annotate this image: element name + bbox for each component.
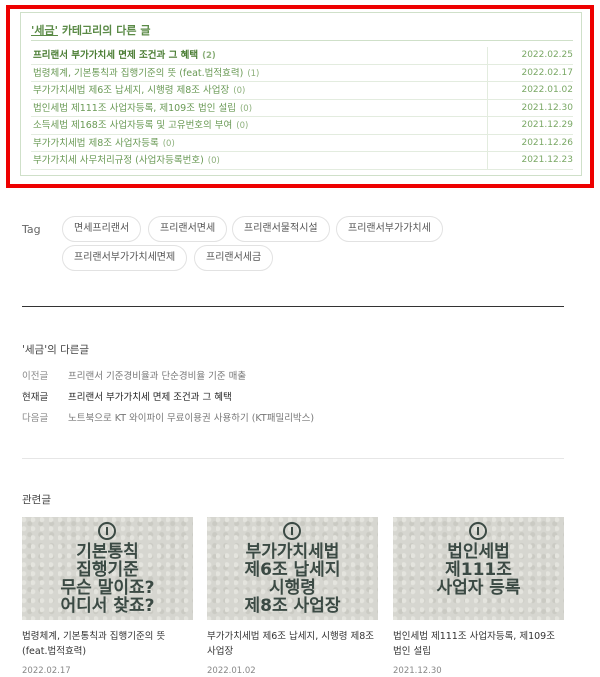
tag-chip[interactable]: 프리랜서세금 bbox=[194, 245, 274, 271]
related-date: 2022.02.17 bbox=[22, 666, 71, 676]
post-date: 2021.12.26 bbox=[487, 134, 573, 152]
category-post-item[interactable]: 법인세법 제111조 사업자등록, 제109조 법인 설립 (0) 2021.12… bbox=[31, 99, 573, 117]
category-post-item[interactable]: 법령체계, 기본통칙과 집행기준의 뜻 (feat.법적효력) (1) 2022.… bbox=[31, 64, 573, 82]
current-post-row: 현재글 프리랜서 부가가치세 면제 조건과 그 혜택 bbox=[22, 392, 232, 403]
tag-chip[interactable]: 프리랜서물적시설 bbox=[232, 216, 330, 242]
post-date: 2021.12.23 bbox=[487, 152, 573, 169]
category-post-list: 프리랜서 부가가치세 면제 조건과 그 혜택 (2) 2022.02.25 법령체… bbox=[31, 47, 573, 170]
scale-icon bbox=[283, 522, 301, 540]
current-post-title: 프리랜서 부가가치세 면제 조건과 그 혜택 bbox=[68, 392, 232, 403]
section-divider bbox=[22, 306, 564, 307]
category-box-title: '세금' 카테고리의 다른 글 bbox=[31, 24, 151, 37]
tag-chip[interactable]: 면세프리랜서 bbox=[62, 216, 142, 242]
post-date: 2022.02.25 bbox=[487, 47, 573, 64]
comment-count: (0) bbox=[236, 121, 249, 131]
tag-chip[interactable]: 프리랜서부가가치세면제 bbox=[62, 245, 188, 271]
post-date: 2022.01.02 bbox=[487, 82, 573, 99]
tag-chip[interactable]: 프리랜서부가가치세 bbox=[336, 216, 443, 242]
category-post-item[interactable]: 부가가치세법 제8조 사업자등록 (0) 2021.12.26 bbox=[31, 134, 573, 152]
comment-count: (2) bbox=[202, 51, 216, 61]
comment-count: (0) bbox=[162, 138, 175, 149]
related-thumbnail[interactable]: 법인세법 제111조 사업자 등록 bbox=[393, 517, 564, 620]
related-title[interactable]: 법인세법 제111조 사업자등록, 제109조 법인 설립 bbox=[393, 629, 564, 659]
post-date: 2022.02.17 bbox=[487, 64, 573, 82]
related-date: 2022.01.02 bbox=[207, 666, 256, 676]
related-thumbnail[interactable]: 부가가치세법 제6조 납세지 시행령 제8조 사업장 bbox=[207, 517, 378, 620]
other-posts-heading: '세금'의 다른글 bbox=[22, 344, 90, 356]
post-date: 2021.12.29 bbox=[487, 117, 573, 134]
comment-count: (1) bbox=[247, 68, 260, 79]
category-post-item[interactable]: 부가가치세 사무처리규정 (사업자등록번호) (0) 2021.12.23 bbox=[31, 152, 573, 170]
related-title[interactable]: 법령체계, 기본통칙과 집행기준의 뜻 (feat.법적효력) bbox=[22, 629, 193, 659]
category-post-item[interactable]: 부가가치세법 제6조 납세지, 시행령 제8조 사업장 (0) 2022.01.0… bbox=[31, 82, 573, 100]
divider bbox=[31, 40, 573, 41]
related-thumbnail[interactable]: 기본통칙 집행기준 무슨 말이죠? 어디서 찾죠? bbox=[22, 517, 193, 620]
comment-count: (0) bbox=[207, 156, 220, 166]
tag-label: Tag bbox=[22, 223, 41, 236]
category-link[interactable]: '세금' bbox=[31, 24, 58, 37]
prev-post-row[interactable]: 이전글 프리랜서 기준경비율과 단순경비율 기준 매출 bbox=[22, 368, 246, 382]
section-divider bbox=[22, 458, 564, 459]
scale-icon bbox=[98, 522, 116, 540]
tag-chip[interactable]: 프리랜서면세 bbox=[148, 216, 228, 242]
related-heading: 관련글 bbox=[22, 494, 51, 506]
next-post-row[interactable]: 다음글 노트북으로 KT 와이파이 무료이용권 사용하기 (KT패밀리박스) bbox=[22, 410, 314, 424]
post-date: 2021.12.30 bbox=[487, 99, 573, 117]
related-title[interactable]: 부가가치세법 제6조 납세지, 시행령 제8조 사업장 bbox=[207, 629, 378, 659]
category-posts-box: '세금' 카테고리의 다른 글 프리랜서 부가가치세 면제 조건과 그 혜택 (2… bbox=[20, 12, 582, 176]
next-post-link[interactable]: 노트북으로 KT 와이파이 무료이용권 사용하기 (KT패밀리박스) bbox=[68, 413, 314, 424]
category-post-item[interactable]: 소득세법 제168조 사업자등록 및 고유번호의 부여 (0) 2021.12.2… bbox=[31, 117, 573, 135]
related-card[interactable]: 부가가치세법 제6조 납세지 시행령 제8조 사업장 부가가치세법 제6조 납세… bbox=[207, 517, 378, 676]
prev-post-link[interactable]: 프리랜서 기준경비율과 단순경비율 기준 매출 bbox=[68, 371, 246, 382]
scale-icon bbox=[469, 522, 487, 540]
related-card[interactable]: 기본통칙 집행기준 무슨 말이죠? 어디서 찾죠? 법령체계, 기본통칙과 집행… bbox=[22, 517, 193, 676]
comment-count: (0) bbox=[239, 103, 253, 114]
category-post-item[interactable]: 프리랜서 부가가치세 면제 조건과 그 혜택 (2) 2022.02.25 bbox=[31, 47, 573, 65]
related-card[interactable]: 법인세법 제111조 사업자 등록 법인세법 제111조 사업자등록, 제109… bbox=[393, 517, 564, 676]
related-date: 2021.12.30 bbox=[393, 666, 442, 676]
comment-count: (0) bbox=[233, 86, 246, 96]
